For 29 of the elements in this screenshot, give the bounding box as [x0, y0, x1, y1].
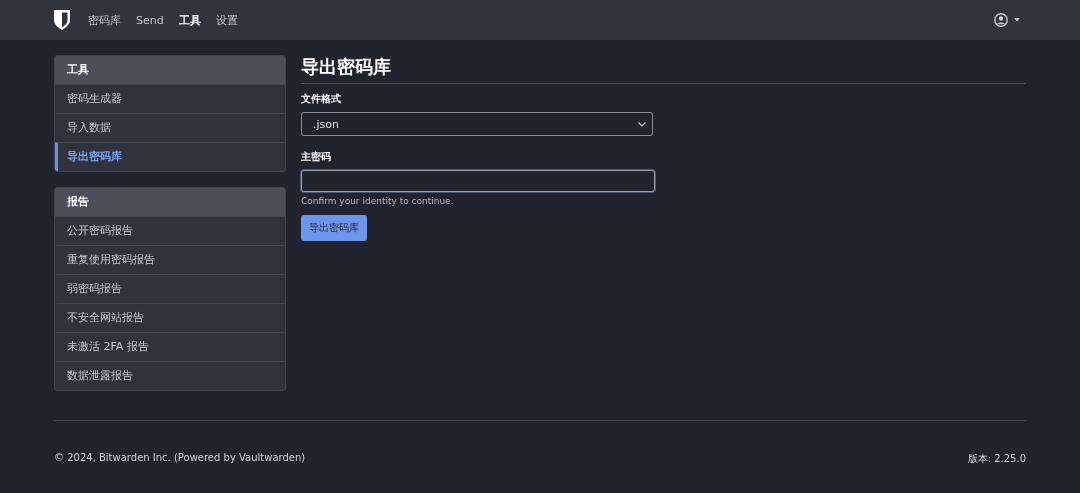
nav-link[interactable]: 设置 [215, 12, 238, 28]
sidebar-heading: 工具 [55, 56, 285, 85]
page-title: 导出密码库 [301, 55, 1026, 84]
format-select[interactable]: .json [301, 112, 653, 136]
nav-link[interactable]: Send [136, 13, 164, 27]
sidebar-item[interactable]: 密码生成器 [55, 85, 285, 113]
copyright-text: © 2024, Bitwarden Inc. (Powered by Vaultwarden) [54, 452, 306, 465]
sidebar-item[interactable]: 数据泄露报告 [55, 361, 285, 390]
sidebar-item[interactable]: 导入数据 [55, 113, 285, 142]
sidebar-item[interactable]: 公开密码报告 [55, 217, 285, 245]
account-menu-button[interactable] [994, 13, 1020, 27]
export-button[interactable]: 导出密码库 [301, 215, 367, 241]
shield-logo-icon[interactable] [54, 10, 70, 30]
caret-icon [1014, 18, 1020, 22]
sidebar-item[interactable]: 未激活 2FA 报告 [55, 332, 285, 361]
password-field[interactable] [301, 170, 655, 192]
sidebar-item[interactable]: 重复使用密码报告 [55, 245, 285, 274]
chevron-down-icon [638, 121, 646, 127]
field-label: 主密码 [301, 150, 331, 164]
sidebar-item[interactable]: 导出密码库 [55, 142, 285, 171]
nav-link[interactable]: 密码库 [88, 12, 121, 28]
version-text: 版本: 2.25.0 [967, 452, 1026, 466]
field-label: 文件格式 [301, 92, 341, 106]
sidebar-item[interactable]: 不安全网站报告 [55, 303, 285, 332]
field-hint: Confirm your identity to continue. [301, 196, 454, 206]
sidebar-heading: 报告 [55, 188, 285, 217]
user-icon [994, 13, 1008, 27]
nav-link[interactable]: 工具 [178, 12, 201, 28]
sidebar-item[interactable]: 弱密码报告 [55, 274, 285, 303]
